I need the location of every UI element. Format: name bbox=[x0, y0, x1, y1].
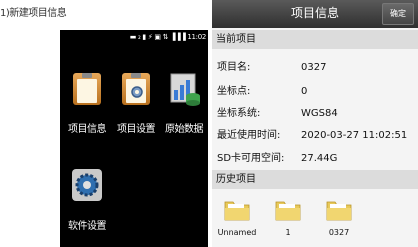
status-bar: ▬ ₂ ▮ ⚡ ▣ ⇅ ▐▐▐ 11:02 bbox=[60, 30, 208, 44]
field-row: 最近使用时间: 2020-03-27 11:02:51 bbox=[217, 126, 407, 141]
clipboard-icon bbox=[70, 70, 104, 106]
caption: 1)新建项目信息 bbox=[0, 8, 67, 19]
field-value: 2020-03-27 11:02:51 bbox=[301, 130, 408, 141]
history-item-0327[interactable]: 0327 bbox=[314, 198, 364, 237]
tile-label: 原始数据 bbox=[165, 124, 204, 135]
status-text: ▬ ₂ ▮ ⚡ ▣ ⇅ ▐▐▐ 11:02 bbox=[129, 33, 207, 41]
tile-label: 软件设置 bbox=[68, 221, 107, 232]
project-info-screen: 项目信息 确定 当前项目 项目名: 0327 坐标点: 0 坐标系统: WGS84 最… bbox=[212, 0, 418, 247]
tile-raw-data[interactable]: 原始数据 bbox=[159, 70, 209, 135]
field-value: 0 bbox=[301, 86, 308, 97]
gear-icon bbox=[70, 167, 104, 203]
folder-icon bbox=[326, 201, 352, 221]
folder-icon bbox=[275, 201, 301, 221]
field-key: 坐标点: bbox=[217, 86, 251, 97]
folder-name: 1 bbox=[285, 228, 291, 237]
tile-software-settings[interactable]: 软件设置 bbox=[62, 167, 112, 232]
field-row: 项目名: 0327 bbox=[217, 58, 326, 73]
field-key: 坐标系统: bbox=[217, 108, 261, 119]
folder-icon bbox=[224, 201, 250, 221]
data-chart-icon bbox=[167, 70, 201, 106]
page-title: 项目信息 bbox=[290, 6, 339, 20]
folder-name: 0327 bbox=[328, 228, 350, 237]
field-value: 27.44G bbox=[301, 153, 338, 164]
field-row: SD卡可用空间: 27.44G bbox=[217, 149, 337, 164]
tile-project-info[interactable]: 项目信息 bbox=[62, 70, 112, 135]
field-key: SD卡可用空间: bbox=[217, 153, 285, 164]
title-bar: 项目信息 确定 bbox=[212, 0, 418, 28]
history-item-1[interactable]: 1 bbox=[263, 198, 313, 237]
current-project-header: 当前项目 bbox=[212, 30, 418, 49]
home-screen: ▬ ₂ ▮ ⚡ ▣ ⇅ ▐▐▐ 11:02 项目信息 项目设置 原始数据 软件设… bbox=[60, 30, 208, 247]
field-row: 坐标点: 0 bbox=[217, 82, 307, 97]
clipboard-settings-icon bbox=[119, 70, 153, 106]
history-item-unnamed[interactable]: Unnamed bbox=[212, 198, 262, 237]
folder-name: Unnamed bbox=[217, 228, 257, 237]
field-value: WGS84 bbox=[301, 108, 338, 119]
history-project-header: 历史项目 bbox=[212, 170, 418, 189]
confirm-button[interactable]: 确定 bbox=[382, 3, 414, 25]
tile-label: 项目设置 bbox=[117, 124, 156, 135]
field-key: 项目名: bbox=[217, 62, 251, 73]
tile-project-settings[interactable]: 项目设置 bbox=[111, 70, 161, 135]
tile-label: 项目信息 bbox=[68, 124, 107, 135]
field-key: 最近使用时间: bbox=[217, 130, 281, 141]
field-row: 坐标系统: WGS84 bbox=[217, 104, 338, 119]
field-value: 0327 bbox=[301, 62, 327, 73]
